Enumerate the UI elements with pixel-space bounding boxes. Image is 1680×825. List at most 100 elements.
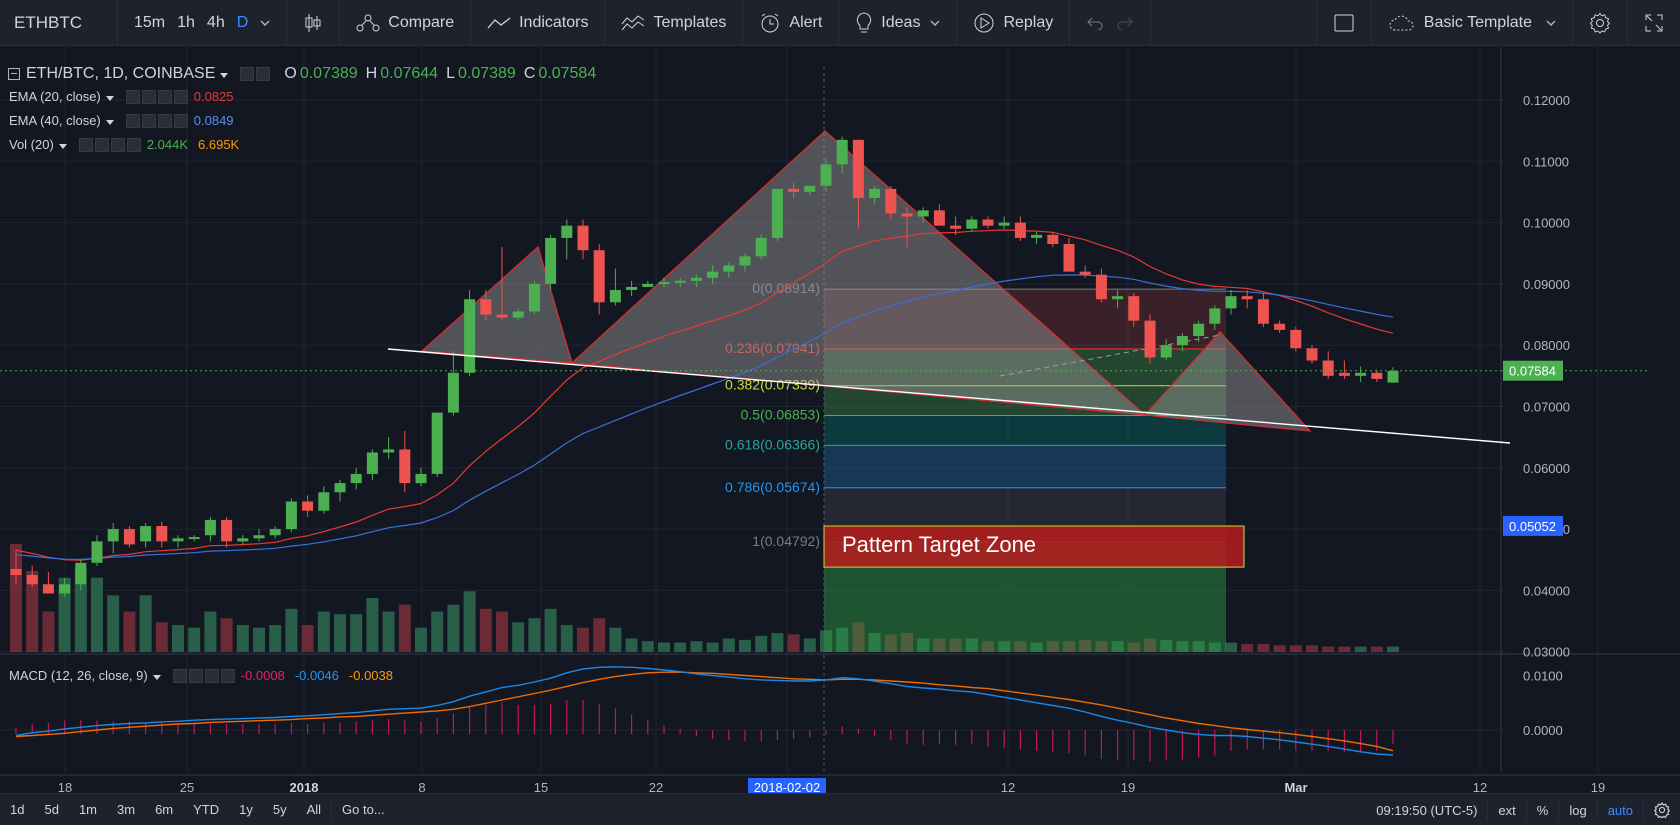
gear-icon[interactable] [1644, 794, 1680, 825]
replay-label: Replay [1003, 13, 1054, 31]
settings-icon[interactable] [94, 137, 109, 152]
add-icon[interactable] [157, 89, 172, 104]
square-icon[interactable] [1327, 0, 1361, 46]
add-icon[interactable] [204, 668, 219, 683]
interval-dropdown-icon[interactable] [254, 0, 276, 46]
macd-dropdown-icon[interactable] [152, 668, 161, 683]
gear-icon[interactable] [1583, 0, 1617, 46]
time-axis-label: 8 [418, 780, 425, 793]
close-icon[interactable] [173, 89, 188, 104]
range-5d[interactable]: 5d [34, 794, 68, 825]
volume-bar [560, 625, 573, 652]
candle-body [188, 537, 200, 540]
settings-icon[interactable] [141, 89, 156, 104]
close-icon[interactable] [126, 137, 141, 152]
candle-body [1160, 345, 1172, 358]
volume-legend[interactable]: Vol (20) 2.044K 6.695K [9, 137, 239, 152]
ema40-dropdown-icon[interactable] [105, 113, 114, 128]
percent-toggle[interactable]: % [1527, 794, 1559, 825]
auto-toggle[interactable]: auto [1598, 794, 1643, 825]
visibility-icon[interactable] [172, 668, 187, 683]
range-5y[interactable]: 5y [263, 794, 297, 825]
range-1d[interactable]: 1d [0, 794, 34, 825]
template-select[interactable]: Basic Template [1382, 0, 1562, 46]
chart-area[interactable]: 0(0.08914)0.236(0.07941)0.382(0.07339)0.… [0, 47, 1680, 793]
interval-group: 15m 1h 4h D [118, 0, 288, 46]
visibility-icon[interactable] [125, 113, 140, 128]
ext-toggle[interactable]: ext [1488, 794, 1525, 825]
volume-bar [188, 627, 201, 652]
candle-body [1014, 222, 1026, 238]
volume-bar [236, 625, 249, 652]
interval-d[interactable]: D [231, 0, 255, 46]
add-icon[interactable] [110, 137, 125, 152]
ema40-legend[interactable]: EMA (40, close) 0.0849 [9, 113, 234, 128]
visibility-icon[interactable] [240, 67, 255, 81]
macd-signal-line [15, 671, 1394, 752]
compare-button[interactable]: Compare [350, 0, 460, 46]
fullscreen-icon[interactable] [1638, 0, 1670, 46]
range-1m[interactable]: 1m [69, 794, 107, 825]
replay-button[interactable]: Replay [967, 0, 1059, 46]
indicators-label: Indicators [519, 13, 589, 31]
range-3m[interactable]: 3m [107, 794, 145, 825]
close-icon[interactable] [220, 668, 235, 683]
time-axis-label: 19 [1591, 780, 1605, 793]
visibility-icon[interactable] [125, 89, 140, 104]
pattern-target-label: Pattern Target Zone [842, 532, 1036, 557]
settings-icon[interactable] [256, 67, 271, 81]
range-ytd[interactable]: YTD [183, 794, 229, 825]
symbol-search[interactable]: ETHBTC [0, 0, 118, 46]
volume-bar [107, 595, 120, 652]
candles-chart-type-icon[interactable] [297, 0, 329, 46]
volume-bar [415, 627, 427, 652]
range-1y[interactable]: 1y [229, 794, 263, 825]
settings-icon[interactable] [188, 668, 203, 683]
symbol-title[interactable]: ETH/BTC, 1D, COINBASE [26, 65, 215, 83]
ideas-button[interactable]: Ideas [849, 0, 946, 46]
fib-level-label: 0.5(0.06853) [741, 407, 820, 423]
clock-label[interactable]: 09:19:50 (UTC-5) [1366, 794, 1487, 825]
close-icon[interactable] [173, 113, 188, 128]
settings-icon[interactable] [141, 113, 156, 128]
add-icon[interactable] [157, 113, 172, 128]
candle-body [496, 314, 508, 318]
ema20-legend[interactable]: EMA (20, close) 0.0825 [9, 89, 234, 104]
visibility-icon[interactable] [78, 137, 93, 152]
redo-icon[interactable] [1110, 0, 1140, 46]
indicators-button[interactable]: Indicators [481, 0, 594, 46]
symbol-controls [240, 67, 271, 81]
candle-body [1193, 323, 1205, 337]
templates-button[interactable]: Templates [615, 0, 732, 46]
candle-body [674, 280, 686, 283]
candle-body [771, 188, 783, 238]
alert-button[interactable]: Alert [753, 0, 828, 46]
crosshair-price-label: 0.05052 [1509, 519, 1556, 534]
macd-controls [172, 668, 235, 683]
candle-body [1225, 296, 1237, 309]
volume-bar [204, 611, 217, 652]
volume-bar [91, 577, 103, 652]
log-toggle[interactable]: log [1559, 794, 1596, 825]
candle-body [237, 538, 249, 542]
volume-dropdown-icon[interactable] [58, 137, 67, 152]
volume-bar [382, 611, 395, 652]
collapse-legend-icon[interactable] [8, 68, 20, 80]
volume-bar [512, 622, 525, 652]
interval-4h[interactable]: 4h [201, 0, 231, 46]
candle-body [723, 265, 735, 272]
interval-1h[interactable]: 1h [171, 0, 201, 46]
undo-icon[interactable] [1080, 0, 1110, 46]
range-all[interactable]: All [297, 794, 331, 825]
candle-body [1371, 372, 1383, 379]
volume-bar [1387, 646, 1399, 652]
interval-15m[interactable]: 15m [128, 0, 171, 46]
volume-bar [674, 642, 687, 652]
volume-bar [463, 591, 476, 652]
symbol-dropdown-icon[interactable] [220, 65, 229, 83]
open-label: O [284, 65, 297, 82]
range-6m[interactable]: 6m [145, 794, 183, 825]
ema20-dropdown-icon[interactable] [105, 89, 114, 104]
goto-button[interactable]: Go to... [332, 794, 395, 825]
macd-legend[interactable]: MACD (12, 26, close, 9) -0.0008 -0.0046 … [9, 668, 393, 683]
